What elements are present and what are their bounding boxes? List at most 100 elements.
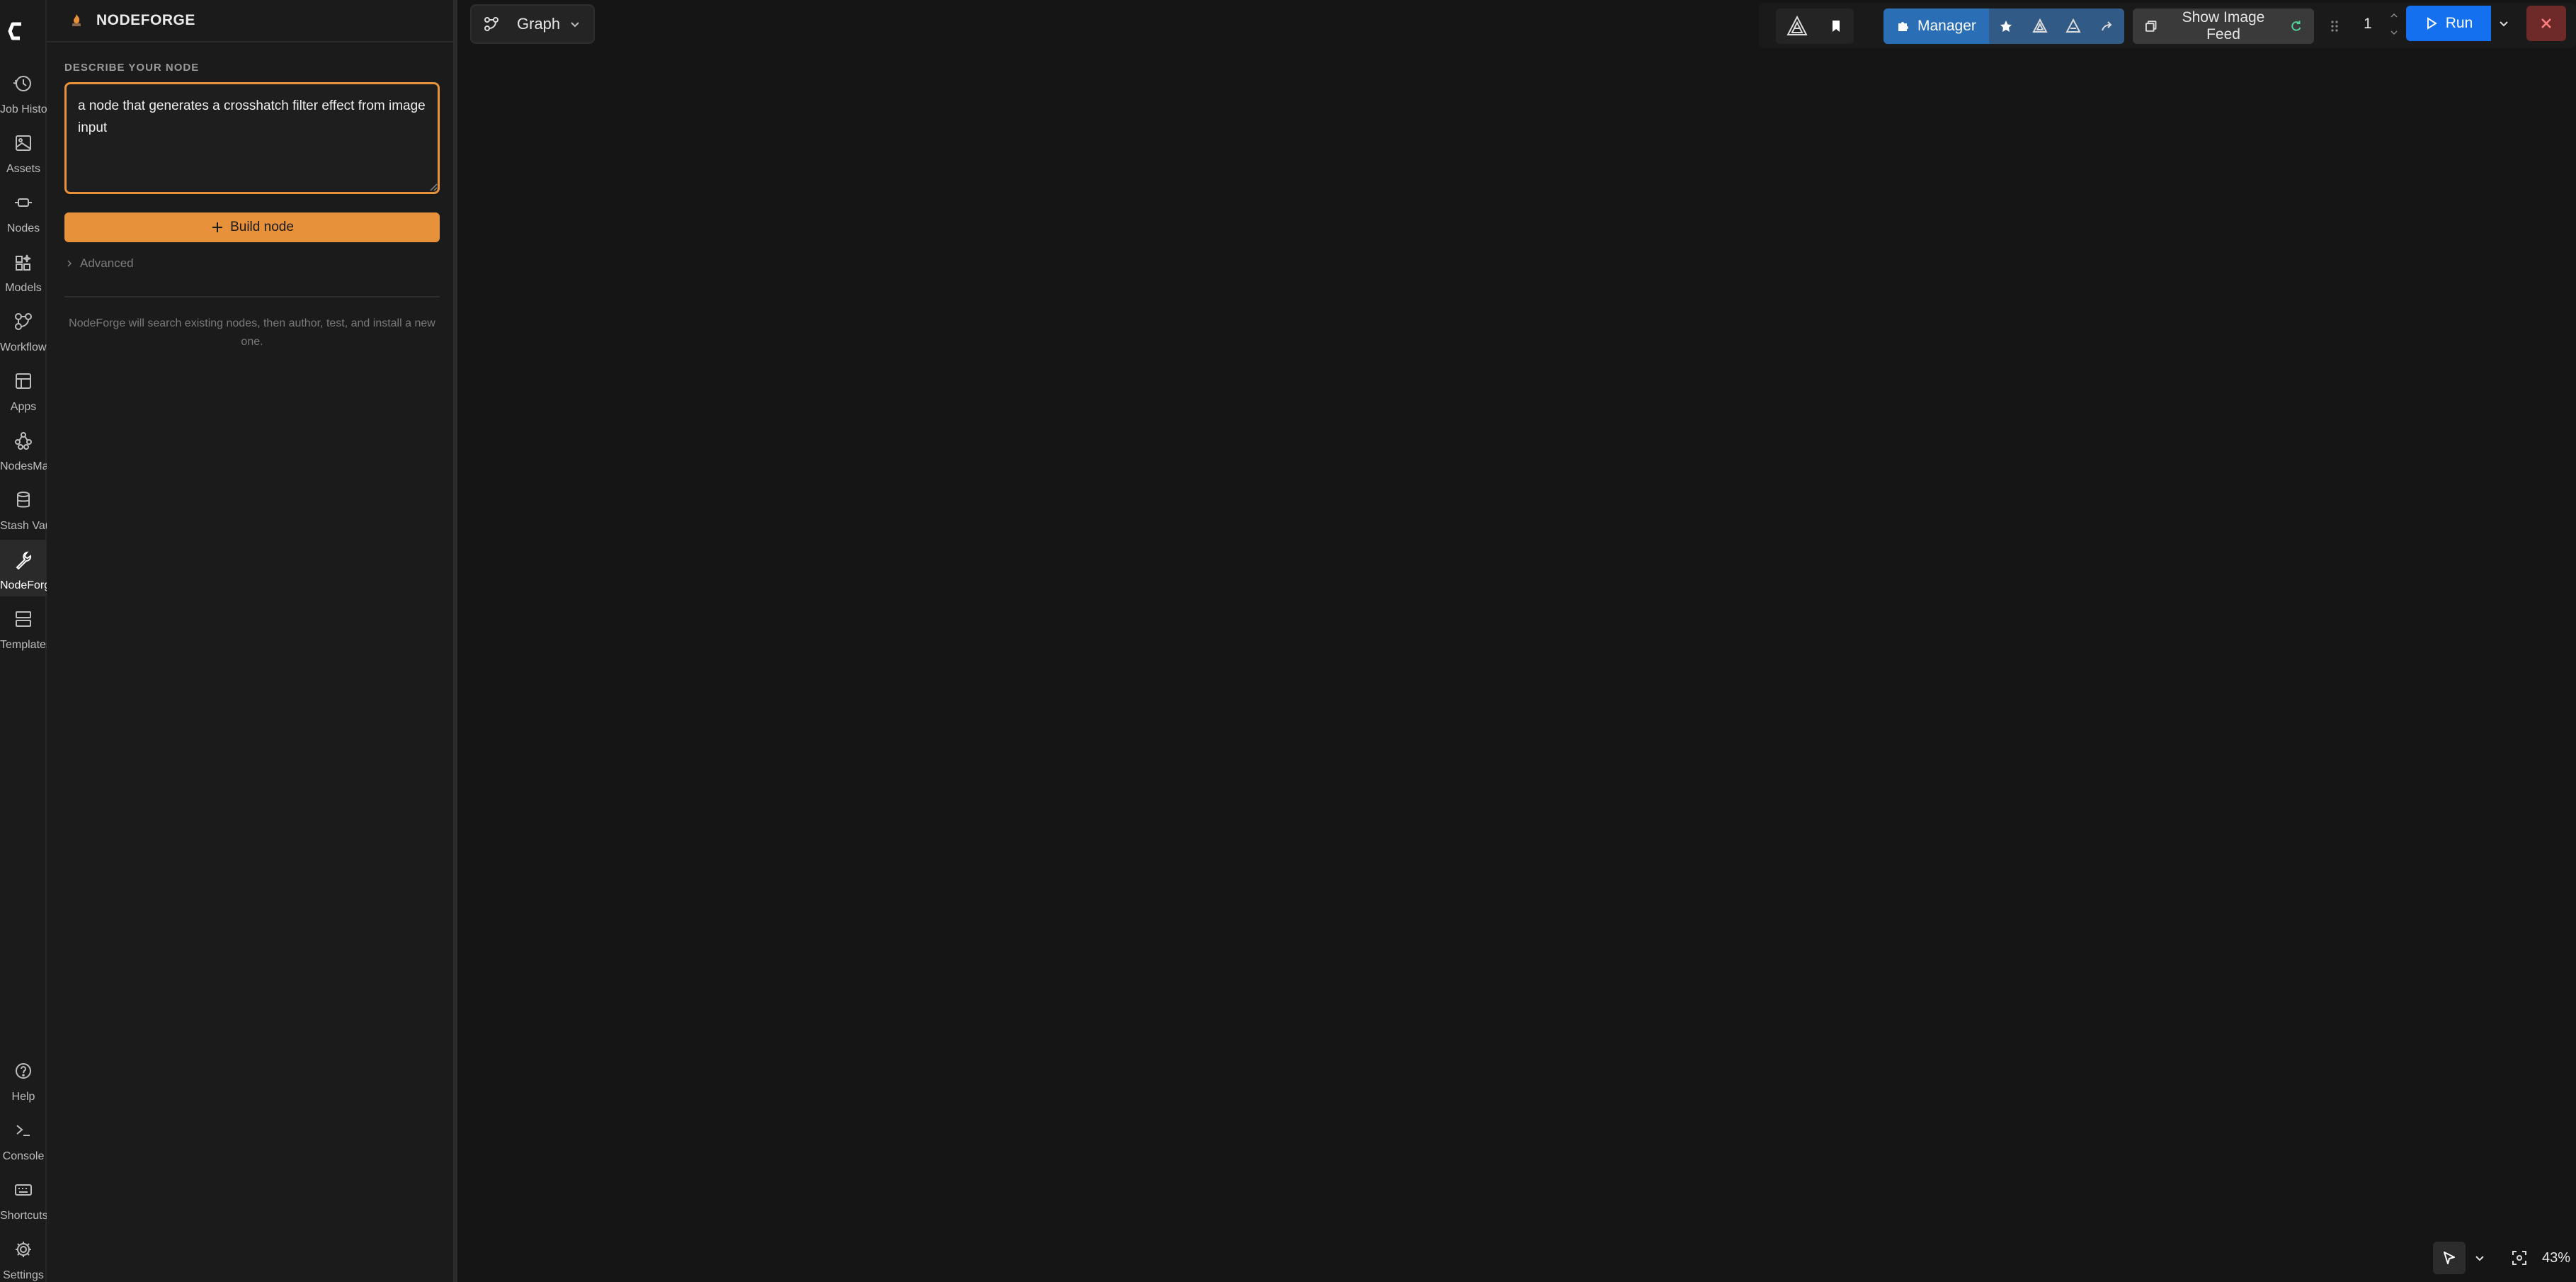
anvil-icon [72, 14, 81, 26]
sidebar-item-nodeforge[interactable]: NodeForge [0, 540, 47, 596]
graph-tab-label: Graph [517, 15, 561, 33]
advanced-toggle[interactable]: Advanced [64, 255, 134, 272]
sidebar-item-console[interactable]: Console [0, 1111, 47, 1167]
fit-view-button[interactable] [2505, 1242, 2534, 1274]
chevron-down-icon [2500, 21, 2508, 27]
triangle-logo-icon [1786, 15, 1808, 35]
build-node-label: Build node [230, 220, 294, 234]
bookmark-icon [1833, 21, 1840, 32]
sidebar-item-label: NodeForge [0, 579, 47, 591]
templates-icon [16, 611, 31, 627]
manager-group: Manager [1883, 8, 2125, 44]
run-label: Run [2445, 15, 2473, 31]
sidebar-item-shortcuts[interactable]: Shortcuts [0, 1170, 47, 1227]
sidebar-item-workflows[interactable]: Workflows [0, 302, 47, 358]
keyboard-icon [15, 1184, 32, 1196]
build-node-button[interactable]: Build node [64, 212, 440, 242]
zoom-level[interactable]: 43% [2542, 1250, 2570, 1266]
workflow-icon [15, 313, 32, 330]
sidebar-item-label: Job History [0, 103, 47, 115]
sidebar-item-templates[interactable]: Templates [0, 599, 47, 656]
star-icon [2000, 21, 2012, 32]
show-image-feed-button[interactable]: Show Image Feed [2133, 8, 2314, 44]
refresh-icon [2291, 21, 2301, 31]
show-image-feed-label: Show Image Feed [2182, 9, 2265, 42]
sidebar-item-models[interactable]: Models [0, 242, 47, 299]
manager-label: Manager [1917, 18, 1976, 34]
canvas-controls: 43% [2433, 1238, 2576, 1278]
gear-icon [16, 1242, 31, 1257]
comfy-logo-icon[interactable] [3, 17, 31, 45]
workflow-icon [484, 17, 498, 31]
registry-button[interactable] [2022, 8, 2057, 44]
describe-label: DESCRIBE YOUR NODE [64, 62, 200, 74]
sidebar-item-job-history[interactable]: Job History [0, 64, 47, 120]
chevron-right-icon [67, 260, 72, 267]
panel-header: NODEFORGE [47, 0, 457, 42]
sidebar-item-label: Help [11, 1091, 35, 1103]
registry-alt-button[interactable] [2056, 8, 2091, 44]
stepper-icon[interactable] [2389, 10, 2399, 38]
favorites-button[interactable] [1988, 8, 2023, 44]
plus-icon [212, 222, 223, 232]
close-icon [2541, 18, 2551, 28]
nodeforge-panel: NODEFORGE DESCRIBE YOUR NODE a node that… [47, 0, 457, 1282]
sidebar-item-label: Settings [3, 1269, 44, 1281]
sidebar-item-label: Apps [10, 401, 37, 413]
sidebar-item-label: Shortcuts [0, 1210, 47, 1222]
help-icon [16, 1063, 31, 1079]
sidebar-item-label: Models [5, 282, 42, 294]
sidebar-rail: Job History Assets Nodes Models Workflow… [0, 0, 47, 1282]
tool-dropdown[interactable] [2466, 1242, 2494, 1274]
sidebar-item-label: Nodes [6, 222, 40, 234]
node-icon [15, 198, 32, 207]
sidebar-item-label: Stash Vault [0, 520, 47, 532]
select-tool-button[interactable] [2433, 1242, 2466, 1274]
triangle-logo-icon [2031, 18, 2048, 33]
manager-button[interactable]: Manager [1883, 8, 1989, 44]
history-icon [13, 76, 31, 91]
database-icon [17, 492, 30, 508]
run-options-dropdown[interactable] [2491, 6, 2517, 41]
sidebar-item-assets[interactable]: Assets [0, 123, 47, 180]
divider [64, 296, 440, 297]
comfy-registry-button[interactable] [1776, 8, 1818, 44]
share-button[interactable] [2090, 8, 2125, 44]
chevron-down-icon [571, 22, 579, 28]
cursor-icon [2444, 1252, 2455, 1264]
images-icon [2145, 21, 2157, 32]
sidebar-item-apps[interactable]: Apps [0, 361, 47, 418]
models-icon [16, 254, 31, 271]
sidebar-item-label: Templates [0, 639, 47, 651]
nodes-map-icon [15, 432, 32, 450]
triangle-logo-icon [2065, 18, 2082, 33]
helper-text: NodeForge will search existing nodes, th… [69, 317, 435, 348]
sidebar-item-nodes[interactable]: Nodes [0, 183, 47, 239]
sidebar-item-label: Assets [6, 163, 40, 175]
panel-title: NODEFORGE [96, 12, 195, 28]
apps-icon [16, 373, 31, 389]
run-button[interactable]: Run [2406, 6, 2491, 41]
app-window: Job History Assets Nodes Models Workflow… [0, 0, 2576, 1282]
wrench-icon [16, 551, 32, 570]
sidebar-item-nodesmap[interactable]: NodesMap [0, 421, 47, 477]
image-icon [16, 135, 31, 151]
sidebar-item-help[interactable]: Help [0, 1051, 47, 1108]
drag-handle-icon[interactable] [2330, 18, 2340, 34]
share-icon [2102, 21, 2112, 31]
terminal-icon [16, 1125, 30, 1136]
focus-icon [2512, 1251, 2526, 1265]
play-icon [2427, 17, 2437, 30]
bookmark-button[interactable] [1818, 8, 1854, 44]
chevron-down-icon [2475, 1256, 2484, 1261]
resize-grip-icon[interactable] [428, 181, 438, 191]
sidebar-item-label: NodesMap [0, 460, 47, 472]
describe-node-input[interactable]: a node that generates a crosshatch filte… [64, 82, 440, 194]
graph-tab[interactable]: Graph [470, 4, 595, 44]
puzzle-icon [1898, 22, 1908, 31]
interrupt-button[interactable] [2526, 6, 2566, 41]
graph-canvas[interactable] [457, 0, 2576, 1282]
sidebar-item-settings[interactable]: Settings [0, 1230, 47, 1282]
toolbar-group-left [1776, 8, 1854, 44]
sidebar-item-stash-vault[interactable]: Stash Vault [0, 480, 47, 537]
